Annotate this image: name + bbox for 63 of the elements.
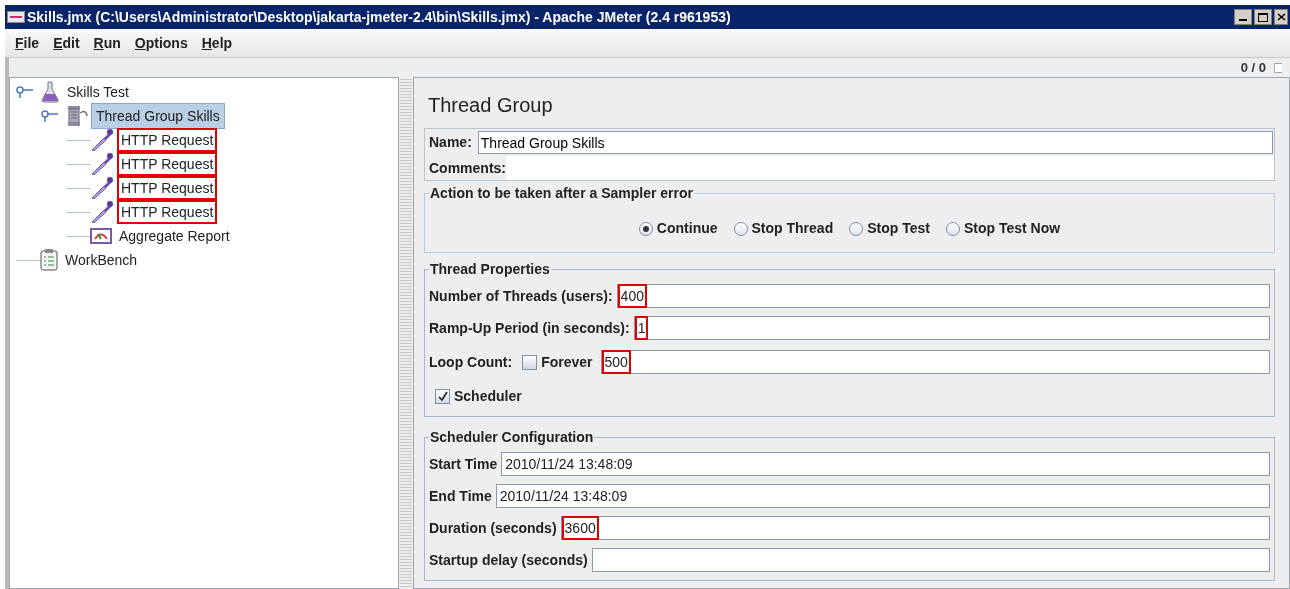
tree-item[interactable]: WorkBench xyxy=(61,248,142,272)
field-label: End Time xyxy=(429,486,492,506)
radio-button[interactable]: Stop Thread xyxy=(733,218,834,239)
menu-item[interactable]: Run xyxy=(93,32,121,54)
clipboard-icon xyxy=(40,249,58,271)
text-field[interactable]: 2010/11/24 13:48:09 xyxy=(495,484,1270,508)
flask-icon xyxy=(40,81,60,103)
group-title: Thread Properties xyxy=(429,260,551,279)
menu-item[interactable]: Options xyxy=(134,32,188,54)
pipette-icon xyxy=(90,177,114,199)
name-field[interactable]: Thread Group Skills xyxy=(477,131,1273,154)
field-label: Number of Threads (users): xyxy=(429,286,613,306)
field-value: 400 xyxy=(617,284,647,308)
tree-item[interactable]: HTTP Request xyxy=(117,152,218,176)
radio-button[interactable]: Continue xyxy=(638,218,718,239)
text-field[interactable]: 400 xyxy=(616,284,1270,308)
tree-item[interactable]: Aggregate Report xyxy=(115,224,234,248)
radio-button[interactable]: Stop Test xyxy=(849,218,930,239)
tree-item[interactable]: HTTP Request xyxy=(117,176,218,200)
tree-item[interactable]: HTTP Request xyxy=(117,200,218,224)
field-value: 500 xyxy=(601,350,631,374)
menu-item[interactable]: File xyxy=(15,32,40,54)
field-label: Name: xyxy=(429,133,472,152)
minimize-button[interactable] xyxy=(1234,9,1252,25)
text-field[interactable]: 2010/11/24 13:48:09 xyxy=(501,452,1270,476)
field-label: Ramp-Up Period (in seconds): xyxy=(429,318,630,338)
group-title: Scheduler Configuration xyxy=(429,428,595,447)
text-field[interactable]: 500 xyxy=(600,350,1270,374)
app-icon xyxy=(7,11,25,23)
checkbox[interactable]: Scheduler xyxy=(435,384,522,408)
field-label: Start Time xyxy=(429,454,498,474)
checkbox[interactable]: Forever xyxy=(522,351,593,373)
field-label: Duration (seconds) xyxy=(429,518,557,538)
radio-button[interactable]: Stop Test Now xyxy=(945,218,1061,239)
field-value: 2010/11/24 13:48:09 xyxy=(498,487,629,506)
menu-item[interactable]: Help xyxy=(201,32,233,54)
tree-item[interactable]: HTTP Request xyxy=(117,128,218,152)
group-title: Action to be taken after a Sampler error xyxy=(429,184,694,203)
field-value: 3600 xyxy=(561,516,599,540)
thread-counter: 0 / 0 xyxy=(1240,58,1266,77)
field-value: 2010/11/24 13:48:09 xyxy=(504,455,634,474)
gauge-icon xyxy=(90,228,112,244)
field-label: Loop Count: xyxy=(429,352,513,372)
maximize-icon xyxy=(1258,12,1268,22)
field-value: 1 xyxy=(634,316,649,340)
status-icon xyxy=(1274,62,1282,73)
text-field[interactable]: 1 xyxy=(633,316,1270,340)
pipette-icon xyxy=(90,129,114,151)
close-button[interactable] xyxy=(1274,9,1288,25)
field-label: Comments: xyxy=(429,158,506,178)
text-field[interactable]: 3600 xyxy=(560,516,1270,540)
menu-item[interactable]: Edit xyxy=(53,32,80,54)
field-label: Startup delay (seconds) xyxy=(429,550,588,570)
maximize-button[interactable] xyxy=(1254,9,1272,25)
window-title: Skills.jmx (C:\Users\Administrator\Desktop\jakarta-jmeter-2.4\bin\Skills.jmx) - Apache JMeter (2.4 r961953) xyxy=(27,7,731,27)
spool-icon xyxy=(65,105,89,127)
pipette-icon xyxy=(90,201,114,223)
close-icon xyxy=(1276,13,1286,21)
minimize-icon xyxy=(1239,19,1247,21)
pipette-icon xyxy=(90,153,114,175)
tree-item[interactable]: Skills Test xyxy=(63,80,133,104)
panel-title: Thread Group xyxy=(428,93,554,118)
tree-item[interactable]: Thread Group Skills xyxy=(92,104,224,128)
